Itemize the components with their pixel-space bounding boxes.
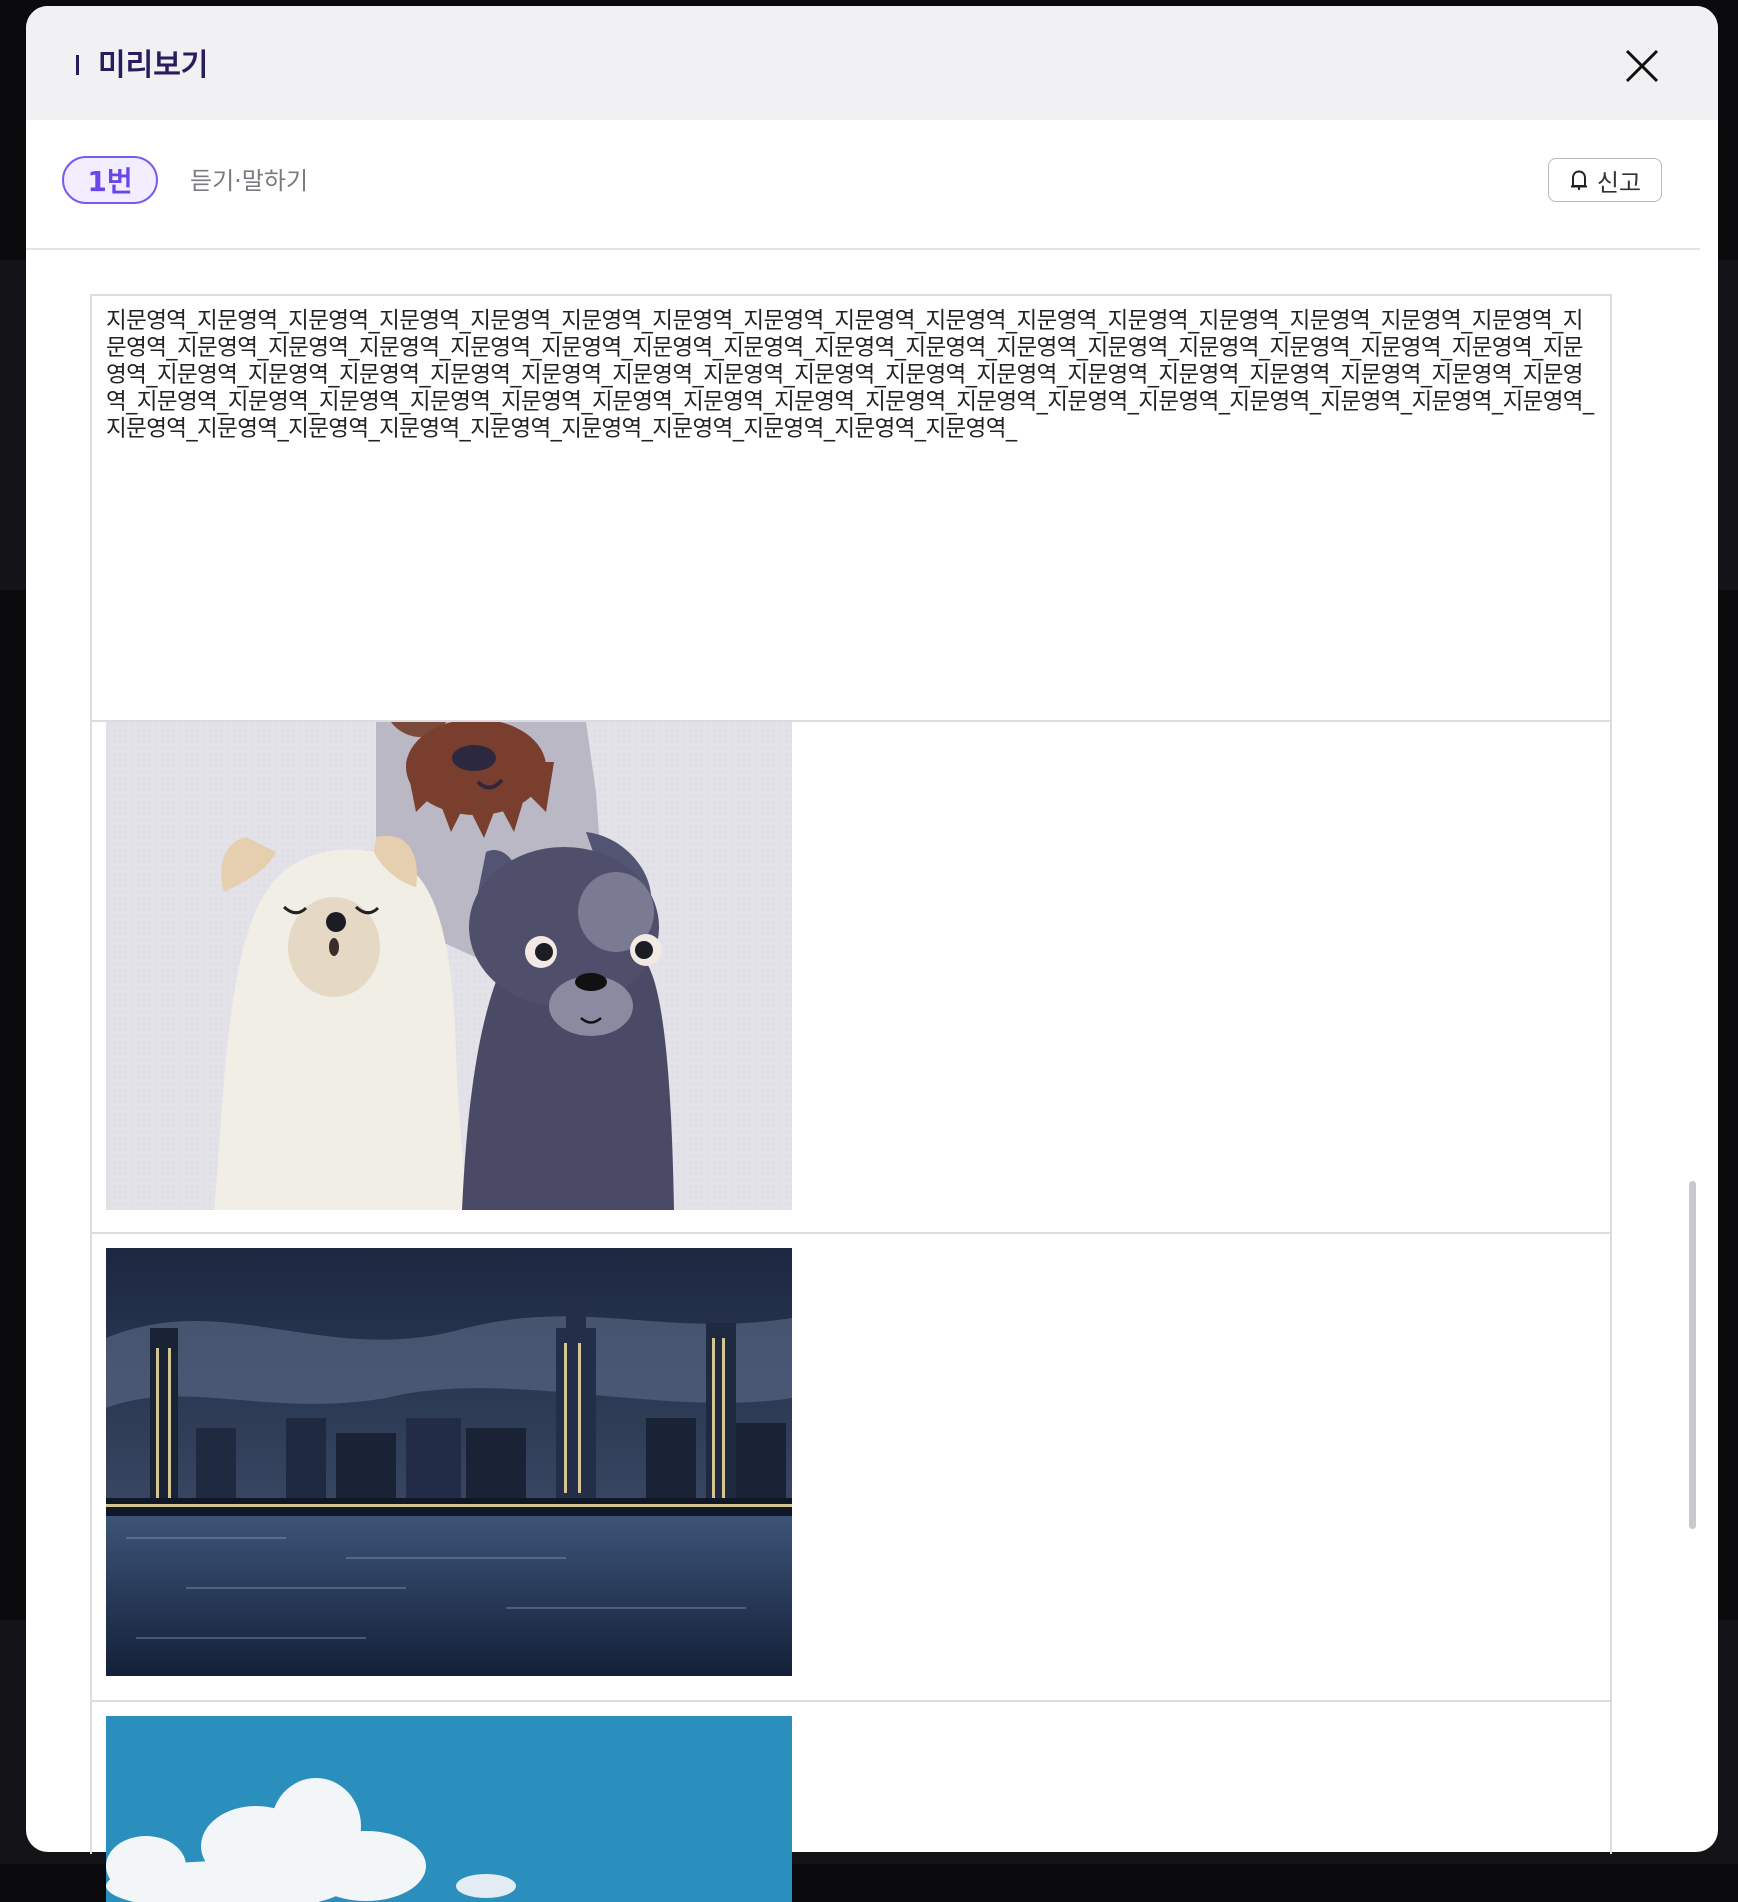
modal-header: 미리보기 bbox=[26, 6, 1718, 120]
image-block bbox=[92, 1702, 1610, 1902]
report-button[interactable]: 신고 bbox=[1548, 158, 1662, 202]
question-number-badge[interactable]: 1번 bbox=[62, 156, 158, 204]
report-label: 신고 bbox=[1596, 168, 1642, 197]
passage-area: 지문영역_지문영역_지문영역_지문영역_지문영역_지문영역_지문영역_지문영역_… bbox=[92, 296, 1610, 722]
question-header: 1번 듣기·말하기 신고 bbox=[26, 120, 1700, 250]
close-icon bbox=[1625, 49, 1659, 83]
sky-clouds-image bbox=[106, 1716, 792, 1902]
question-content: 지문영역_지문영역_지문영역_지문영역_지문영역_지문영역_지문영역_지문영역_… bbox=[90, 294, 1696, 1902]
illustration-dogs-image bbox=[106, 722, 792, 1210]
modal-title: 미리보기 bbox=[98, 48, 209, 83]
night-city-skyline-image bbox=[106, 1248, 792, 1676]
question-type-label: 듣기·말하기 bbox=[190, 167, 309, 195]
title-marker bbox=[76, 55, 79, 75]
image-block bbox=[92, 722, 1610, 1234]
content-scrollbar[interactable] bbox=[1689, 1181, 1696, 1529]
bell-icon bbox=[1570, 170, 1587, 190]
close-button[interactable] bbox=[1622, 46, 1662, 86]
image-block bbox=[92, 1234, 1610, 1702]
